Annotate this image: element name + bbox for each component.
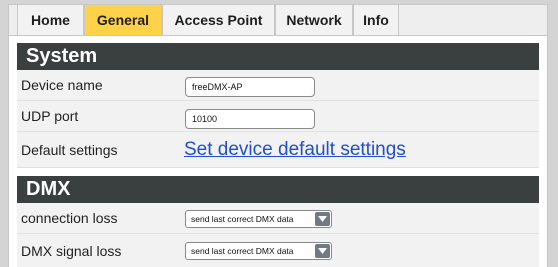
connection-loss-select[interactable]: send last correct DMX data xyxy=(185,210,332,228)
udp-port-row: UDP port xyxy=(17,101,539,132)
chevron-down-icon[interactable] xyxy=(315,244,330,258)
dmx-signal-loss-row: DMX signal loss send last correct DMX da… xyxy=(17,234,539,267)
tab-general-label: General xyxy=(96,12,150,28)
tab-network[interactable]: Network xyxy=(275,4,353,36)
default-settings-row: Default settings Set device default sett… xyxy=(17,132,539,168)
dmx-section-header: DMX xyxy=(17,176,539,203)
dmx-section-title: DMX xyxy=(26,178,71,200)
content-panel: System Device name UDP port Default sett… xyxy=(8,36,548,267)
tab-general[interactable]: General xyxy=(84,4,162,36)
tab-network-label: Network xyxy=(286,12,342,28)
tab-access-point[interactable]: Access Point xyxy=(162,4,275,36)
connection-loss-selected-value: send last correct DMX data xyxy=(191,214,294,224)
device-name-row: Device name xyxy=(17,70,539,101)
dmx-signal-loss-label: DMX signal loss xyxy=(21,242,122,259)
default-settings-label: Default settings xyxy=(21,141,118,158)
tab-home[interactable]: Home xyxy=(17,4,84,36)
set-default-settings-link[interactable]: Set device default settings xyxy=(184,132,406,167)
device-name-label: Device name xyxy=(21,77,103,93)
tab-bar: Home General Access Point Network Info xyxy=(8,4,548,36)
dmx-signal-loss-select[interactable]: send last correct DMX data xyxy=(185,242,332,260)
udp-port-label: UDP port xyxy=(21,108,79,124)
device-name-input[interactable] xyxy=(185,77,315,97)
tab-info[interactable]: Info xyxy=(353,4,399,36)
connection-loss-row: connection loss send last correct DMX da… xyxy=(17,203,539,234)
udp-port-input[interactable] xyxy=(185,109,315,129)
chevron-down-icon[interactable] xyxy=(315,212,330,226)
tab-info-label: Info xyxy=(363,12,389,28)
tab-access-point-label: Access Point xyxy=(174,12,263,28)
tab-home-label: Home xyxy=(31,12,70,28)
system-section-header: System xyxy=(17,43,539,70)
dmx-signal-loss-selected-value: send last correct DMX data xyxy=(191,246,294,256)
connection-loss-label: connection loss xyxy=(21,210,118,226)
system-section-title: System xyxy=(26,45,98,67)
